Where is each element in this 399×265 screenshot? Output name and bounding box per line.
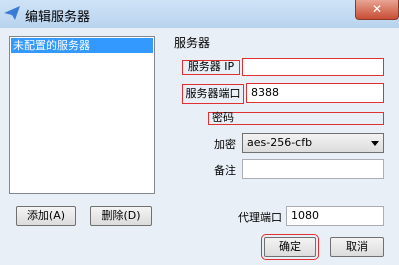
window-title: 编辑服务器 xyxy=(25,10,91,25)
password-field[interactable] xyxy=(232,112,382,124)
chevron-down-icon xyxy=(371,141,379,146)
remark-field[interactable] xyxy=(242,159,384,179)
proxy-port-field[interactable]: 1080 xyxy=(286,206,384,226)
cancel-button[interactable]: 取消 xyxy=(330,237,384,257)
delete-button[interactable]: 删除(D) xyxy=(90,206,152,226)
ok-button[interactable]: 确定 xyxy=(261,234,319,260)
add-button[interactable]: 添加(A) xyxy=(16,206,76,226)
paper-plane-icon xyxy=(4,6,20,20)
server-ip-field[interactable] xyxy=(242,58,384,76)
encryption-select[interactable]: aes-256-cfb xyxy=(242,133,384,153)
close-button[interactable]: ✕ xyxy=(355,0,399,20)
dialog-body: 未配置的服务器 服务器 服务器 IP 服务器端口 8388 密码 加密 aes-… xyxy=(0,28,399,265)
remark-label: 备注 xyxy=(214,164,236,177)
title-bar: 编辑服务器 ✕ xyxy=(0,0,399,28)
server-ip-label: 服务器 IP xyxy=(182,60,240,75)
server-port-label: 服务器端口 xyxy=(182,84,244,104)
list-item[interactable]: 未配置的服务器 xyxy=(11,38,153,53)
server-port-field[interactable]: 8388 xyxy=(246,83,384,103)
proxy-port-label: 代理端口 xyxy=(238,211,282,224)
server-list[interactable]: 未配置的服务器 xyxy=(9,36,155,194)
encryption-value: aes-256-cfb xyxy=(247,136,313,149)
encryption-label: 加密 xyxy=(214,138,236,151)
server-group-label: 服务器 xyxy=(174,36,211,50)
